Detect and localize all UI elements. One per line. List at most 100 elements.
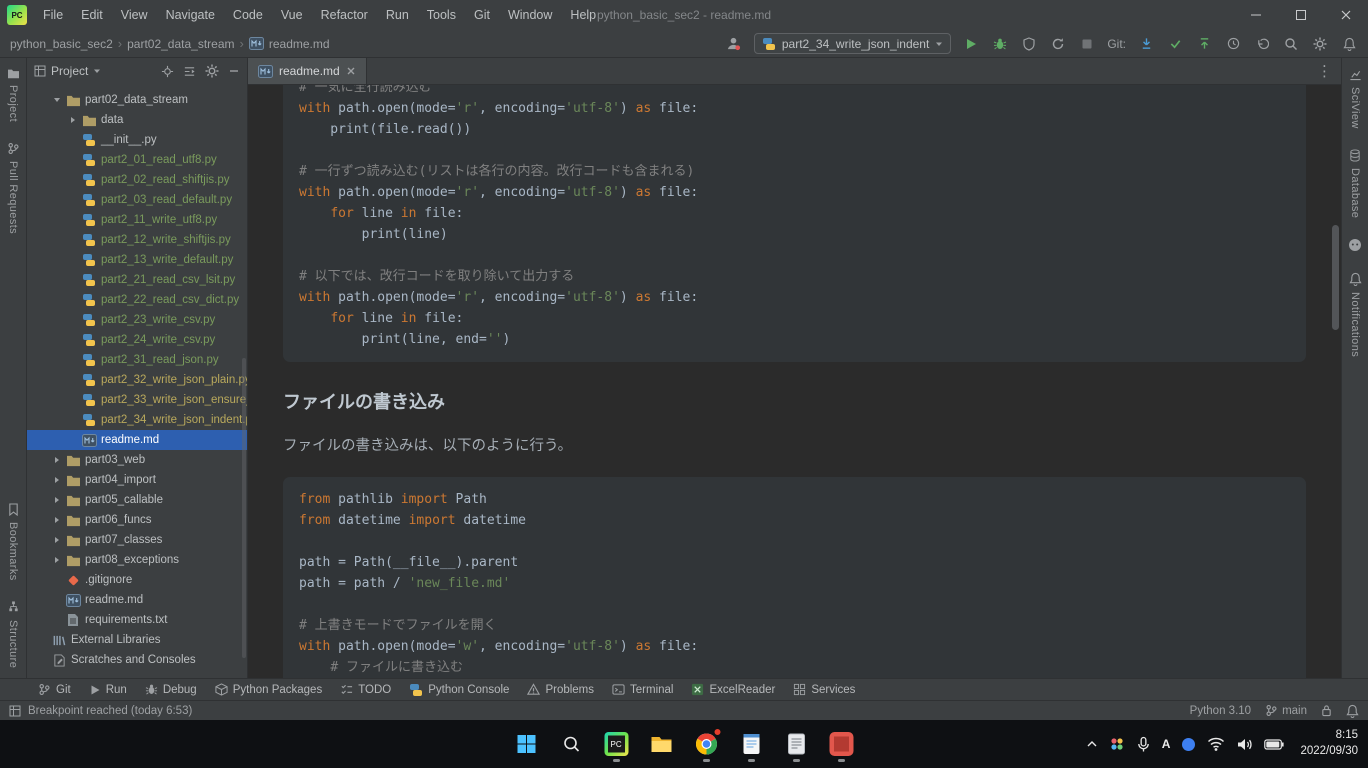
- tree-item[interactable]: part2_31_read_json.py: [27, 350, 247, 370]
- wifi-icon[interactable]: [1207, 737, 1225, 751]
- document-app[interactable]: [777, 724, 817, 764]
- pycharm-app[interactable]: PC: [597, 724, 637, 764]
- explorer[interactable]: [642, 724, 682, 764]
- tree-item[interactable]: readme.md: [27, 590, 247, 610]
- hide-panel-icon[interactable]: [228, 65, 240, 77]
- tool-window-button-git[interactable]: Git: [30, 679, 79, 700]
- tool-window-quick-access-icon[interactable]: [9, 705, 21, 717]
- tool-window-button-excelreader[interactable]: ExcelReader: [683, 679, 783, 700]
- taskbar-search[interactable]: [552, 724, 592, 764]
- git-push-button[interactable]: [1195, 35, 1213, 53]
- tree-item[interactable]: part2_12_write_shiftjis.py: [27, 230, 247, 250]
- tree-item[interactable]: part2_33_write_json_ensure_a: [27, 390, 247, 410]
- menu-vue[interactable]: Vue: [272, 0, 312, 30]
- readonly-lock-icon[interactable]: [1321, 704, 1332, 717]
- git-update-button[interactable]: [1137, 35, 1155, 53]
- event-log-icon[interactable]: [1346, 704, 1359, 718]
- menu-edit[interactable]: Edit: [72, 0, 112, 30]
- chevron-right-icon[interactable]: [51, 555, 63, 565]
- git-branch-widget[interactable]: main: [1265, 704, 1307, 717]
- volume-icon[interactable]: [1236, 737, 1253, 752]
- blue-dot-icon[interactable]: [1181, 737, 1196, 752]
- tree-item[interactable]: part2_03_read_default.py: [27, 190, 247, 210]
- minimize-button[interactable]: [1233, 0, 1278, 30]
- locate-file-icon[interactable]: [161, 65, 174, 78]
- tree-item[interactable]: part2_34_write_json_indent.p: [27, 410, 247, 430]
- tool-window-button-problems[interactable]: Problems: [519, 679, 602, 700]
- tree-item[interactable]: External Libraries: [27, 630, 247, 650]
- menu-run[interactable]: Run: [377, 0, 418, 30]
- menu-git[interactable]: Git: [465, 0, 499, 30]
- tree-item[interactable]: part06_funcs: [27, 510, 247, 530]
- tree-item[interactable]: part04_import: [27, 470, 247, 490]
- tree-item[interactable]: part2_13_write_default.py: [27, 250, 247, 270]
- menu-window[interactable]: Window: [499, 0, 561, 30]
- tool-stripe-structure[interactable]: Structure: [7, 601, 20, 668]
- breadcrumb-item[interactable]: part02_data_stream: [127, 37, 234, 51]
- tool-stripe-pull-requests[interactable]: Pull Requests: [7, 142, 20, 234]
- chevron-down-icon[interactable]: [51, 95, 63, 105]
- editor-content[interactable]: # 一気に全行読み込むwith path.open(mode='r', enco…: [248, 85, 1341, 678]
- tree-item[interactable]: part2_22_read_csv_dict.py: [27, 290, 247, 310]
- breadcrumb-item[interactable]: readme.md: [249, 37, 330, 51]
- tree-item[interactable]: part2_24_write_csv.py: [27, 330, 247, 350]
- chevron-down-icon[interactable]: [93, 67, 101, 75]
- undo-button[interactable]: [1253, 35, 1271, 53]
- run-configuration-select[interactable]: part2_34_write_json_indent: [754, 33, 951, 54]
- tool-stripe-sciview[interactable]: SciView: [1349, 68, 1362, 129]
- menu-refactor[interactable]: Refactor: [312, 0, 377, 30]
- chevron-right-icon[interactable]: [51, 515, 63, 525]
- tree-item[interactable]: part2_11_write_utf8.py: [27, 210, 247, 230]
- settings-button[interactable]: [1311, 35, 1329, 53]
- history-button[interactable]: [1224, 35, 1242, 53]
- tree-item[interactable]: requirements.txt: [27, 610, 247, 630]
- tool-stripe-icon[interactable]: [1348, 238, 1362, 252]
- coverage-button[interactable]: [1020, 35, 1038, 53]
- tree-item[interactable]: part2_23_write_csv.py: [27, 310, 247, 330]
- maximize-button[interactable]: [1278, 0, 1323, 30]
- breadcrumb-item[interactable]: python_basic_sec2: [10, 37, 113, 51]
- python-interpreter[interactable]: Python 3.10: [1190, 705, 1251, 717]
- user-icon[interactable]: [725, 35, 743, 53]
- debug-button[interactable]: [991, 35, 1009, 53]
- win-start[interactable]: [507, 724, 547, 764]
- tool-stripe-notifications[interactable]: Notifications: [1349, 272, 1362, 357]
- chevron-right-icon[interactable]: [51, 535, 63, 545]
- ime-indicator[interactable]: A: [1162, 737, 1171, 751]
- panel-settings-icon[interactable]: [205, 64, 219, 78]
- notepad[interactable]: [732, 724, 772, 764]
- grid-app-icon[interactable]: [1109, 736, 1125, 752]
- tool-window-button-python-packages[interactable]: Python Packages: [207, 679, 331, 700]
- tree-item[interactable]: part2_21_read_csv_lsit.py: [27, 270, 247, 290]
- tree-item[interactable]: Scratches and Consoles: [27, 650, 247, 670]
- tree-item[interactable]: .gitignore: [27, 570, 247, 590]
- run-button[interactable]: [962, 35, 980, 53]
- tree-item[interactable]: part02_data_stream: [27, 90, 247, 110]
- tool-window-button-services[interactable]: Services: [785, 679, 863, 700]
- tool-window-button-debug[interactable]: Debug: [137, 679, 205, 700]
- menu-code[interactable]: Code: [224, 0, 272, 30]
- tree-item[interactable]: part2_01_read_utf8.py: [27, 150, 247, 170]
- tree-item[interactable]: part08_exceptions: [27, 550, 247, 570]
- tree-item[interactable]: __init__.py: [27, 130, 247, 150]
- tab-readme[interactable]: readme.md: [248, 58, 367, 84]
- tree-item[interactable]: readme.md: [27, 430, 247, 450]
- menu-tools[interactable]: Tools: [418, 0, 465, 30]
- tree-item[interactable]: part2_02_read_shiftjis.py: [27, 170, 247, 190]
- stop-button[interactable]: [1078, 35, 1096, 53]
- chevron-right-icon[interactable]: [51, 475, 63, 485]
- notifications-button[interactable]: [1340, 35, 1358, 53]
- git-commit-button[interactable]: [1166, 35, 1184, 53]
- tree-item[interactable]: part07_classes: [27, 530, 247, 550]
- tool-stripe-bookmarks[interactable]: Bookmarks: [7, 503, 19, 581]
- tool-window-button-python-console[interactable]: Python Console: [401, 679, 517, 700]
- battery-icon[interactable]: [1264, 739, 1284, 750]
- rerun-button[interactable]: [1049, 35, 1067, 53]
- editor-scrollbar[interactable]: [1332, 225, 1339, 330]
- menu-navigate[interactable]: Navigate: [157, 0, 224, 30]
- tree-item[interactable]: part2_32_write_json_plain.py: [27, 370, 247, 390]
- tree-item[interactable]: part03_web: [27, 450, 247, 470]
- tool-stripe-database[interactable]: Database: [1349, 149, 1361, 218]
- search-everywhere-button[interactable]: [1282, 35, 1300, 53]
- menu-file[interactable]: File: [34, 0, 72, 30]
